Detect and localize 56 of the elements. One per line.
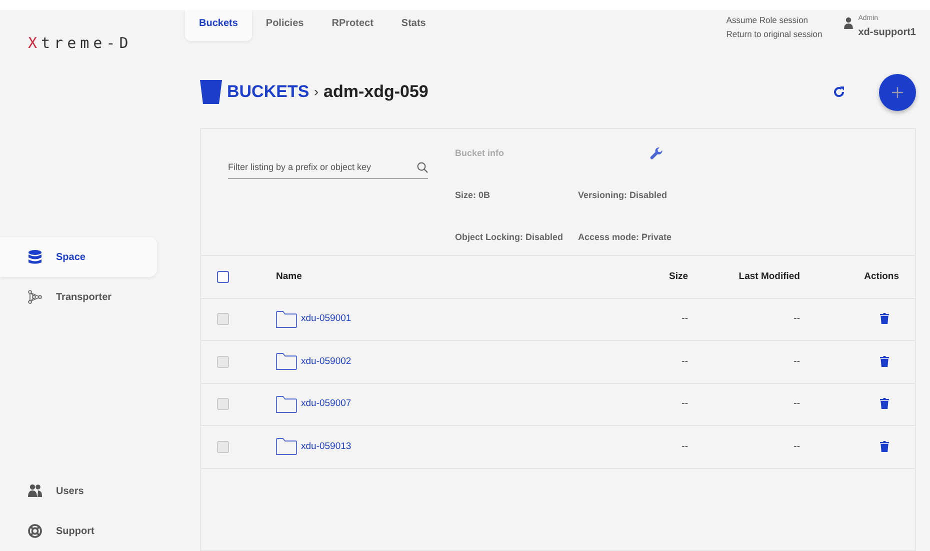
table-cell-text: -- xyxy=(792,312,800,326)
add-button[interactable] xyxy=(879,74,916,110)
table-cell-text: -- xyxy=(680,354,688,369)
bucket-info-text: Size: 0B xyxy=(455,189,492,202)
plus-icon xyxy=(892,87,903,98)
delete-button[interactable] xyxy=(880,312,889,326)
bucket-info-text: Versioning: Disabled xyxy=(578,189,668,202)
bucket-info-title: Bucket info xyxy=(455,147,506,160)
folder-icon xyxy=(276,396,297,413)
return-session-link[interactable]: Return to original session xyxy=(726,29,822,39)
table-cell-text: -- xyxy=(680,312,688,326)
folder-icon xyxy=(276,353,297,370)
table-cell-text: -- xyxy=(792,440,800,454)
tab[interactable]: Stats xyxy=(387,10,440,41)
breadcrumb-root-link[interactable]: BUCKETS xyxy=(227,79,310,105)
trash-icon xyxy=(880,440,889,452)
delete-button[interactable] xyxy=(880,440,889,454)
wrench-icon[interactable] xyxy=(650,147,663,160)
trash-icon xyxy=(880,398,889,410)
folder-icon xyxy=(276,310,297,328)
delete-button[interactable] xyxy=(880,354,889,369)
session-title: Assume Role session xyxy=(726,14,810,27)
users-icon xyxy=(28,484,42,498)
tab[interactable]: Policies xyxy=(252,10,318,41)
bucket-info-text: Object Locking: Disabled xyxy=(455,231,564,244)
sidebar-item[interactable]: Support xyxy=(0,511,157,551)
checkbox[interactable] xyxy=(217,270,229,283)
filter-field[interactable]: Filter listing by a prefix or object key xyxy=(228,160,417,174)
tab[interactable]: Buckets xyxy=(185,10,252,41)
sidebar-item[interactable]: Space xyxy=(0,237,157,277)
refresh-icon[interactable] xyxy=(833,86,845,98)
column-header: Name xyxy=(276,270,303,284)
trash-icon xyxy=(880,356,889,367)
folder-icon xyxy=(276,438,297,456)
lifebuoy-icon xyxy=(28,524,42,538)
tab[interactable]: RProtect xyxy=(318,10,388,41)
search-icon xyxy=(417,162,428,173)
network-icon xyxy=(28,290,42,304)
table-cell-text: -- xyxy=(792,354,800,369)
user-name: xd-support1 xyxy=(858,26,916,40)
table-cell-text: -- xyxy=(680,440,688,454)
bucket-info-text: Access mode: Private xyxy=(578,231,673,244)
sidebar-item[interactable]: Transporter xyxy=(0,277,157,317)
user-icon xyxy=(844,17,854,29)
column-header: Actions xyxy=(863,270,900,284)
delete-button[interactable] xyxy=(880,397,889,412)
table-cell-text: -- xyxy=(680,397,688,412)
column-header: Last Modified xyxy=(738,270,800,284)
breadcrumb-current: adm-xdg-059 xyxy=(324,81,428,104)
column-header: Size xyxy=(668,270,688,284)
sidebar-item[interactable]: Users xyxy=(0,471,157,511)
table-cell-text: -- xyxy=(792,397,800,412)
database-icon xyxy=(28,250,42,264)
breadcrumb-separator: › xyxy=(314,83,319,102)
bucket-icon xyxy=(200,80,222,104)
trash-icon xyxy=(880,313,889,324)
